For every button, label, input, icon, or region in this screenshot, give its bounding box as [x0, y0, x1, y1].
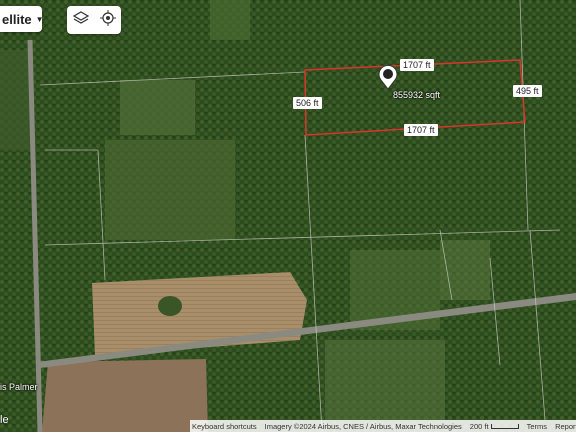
- terms-link[interactable]: Terms: [527, 422, 547, 431]
- top-edge-length: 1707 ft: [400, 59, 434, 71]
- scale-indicator[interactable]: 200 ft: [470, 422, 519, 431]
- bottom-edge-length: 1707 ft: [404, 124, 438, 136]
- road-label: is Palmer: [0, 382, 38, 392]
- map-type-button[interactable]: ellite ▼: [0, 6, 44, 32]
- google-logo: le: [0, 414, 9, 426]
- left-edge-length: 506 ft: [293, 97, 322, 109]
- map-footer: Keyboard shortcuts Imagery ©2024 Airbus,…: [190, 420, 576, 432]
- imagery-attribution: Imagery ©2024 Airbus, CNES / Airbus, Max…: [264, 421, 462, 431]
- keyboard-shortcuts-link[interactable]: Keyboard shortcuts: [192, 422, 257, 431]
- report-link[interactable]: Report a: [555, 422, 576, 431]
- scale-label: 200 ft: [469, 421, 489, 431]
- right-edge-length: 495 ft: [513, 85, 542, 97]
- crosshair-icon[interactable]: [99, 9, 116, 31]
- area-label: 855932 sqft: [393, 90, 441, 100]
- map-tools: [67, 6, 121, 34]
- scale-bar: [490, 424, 519, 430]
- map-type-label: ellite: [2, 11, 32, 27]
- satellite-map[interactable]: [0, 0, 576, 432]
- dropdown-caret-icon: ▼: [35, 14, 44, 24]
- layers-icon[interactable]: [72, 10, 89, 31]
- area-marker-icon[interactable]: [376, 64, 400, 90]
